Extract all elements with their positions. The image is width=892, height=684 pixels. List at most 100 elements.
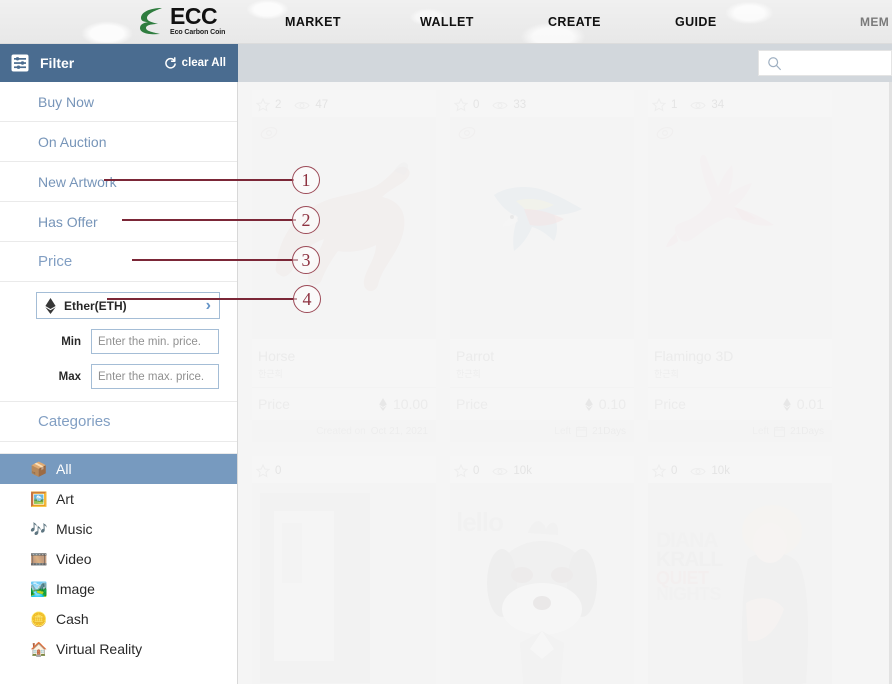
like-count: 0 (473, 465, 480, 477)
refresh-icon (164, 56, 176, 69)
card-media[interactable] (648, 117, 832, 339)
search-icon (768, 56, 781, 70)
card-footer-value: 21Days (790, 425, 824, 437)
view-count: 47 (315, 99, 329, 111)
card-media[interactable] (450, 117, 634, 339)
landscape-icon: 🏞️ (30, 580, 48, 597)
card-footer-prefix: Created on (316, 425, 366, 437)
min-price-input[interactable] (91, 329, 219, 354)
nft-card[interactable]: 0 cat jumping 한근희 Price (252, 456, 436, 684)
star-icon[interactable] (652, 464, 666, 478)
nft-card[interactable]: 1 34 Flamingo 3D 한근희 Price 0.01 Left 21D… (648, 90, 832, 442)
nav-item-market[interactable]: MARKET (285, 15, 341, 29)
nav-item-member[interactable]: MEM (860, 15, 889, 29)
card-title: Parrot (456, 348, 495, 364)
card-price-amount: 0.10 (598, 396, 626, 412)
card-price-value-wrap: 10.00 (379, 396, 428, 412)
card-footer-value: 21Days (592, 425, 626, 437)
card-footer: Left 21Days (648, 420, 832, 442)
category-item-image[interactable]: 🏞️ Image (0, 574, 237, 604)
logo-subtitle: Eco Carbon Coin (170, 29, 226, 36)
category-label: Virtual Reality (56, 641, 143, 657)
card-price-label: Price (258, 396, 290, 412)
nav-item-wallet[interactable]: WALLET (420, 15, 474, 29)
category-label: Music (56, 521, 93, 537)
artwork-flamingo (666, 154, 774, 247)
musical-notes-icon: 🎶 (30, 520, 48, 537)
min-price-label: Min (61, 335, 81, 348)
clear-all-button[interactable]: clear All (164, 56, 226, 70)
card-footer: Left 21Days (450, 420, 634, 442)
nav-item-create[interactable]: CREATE (548, 15, 601, 29)
card-stats: 2 47 (252, 94, 436, 117)
nav-item-guide[interactable]: GUIDE (675, 15, 717, 29)
category-item-cash[interactable]: 🪙 Cash (0, 604, 237, 634)
nft-card[interactable]: 0 33 Parrot 한근희 Price 0.10 Left 21Days (450, 90, 634, 442)
card-media[interactable] (252, 483, 436, 684)
site-header: ECC Eco Carbon Coin MARKET WALLET CREATE… (0, 0, 892, 44)
filter-option-new-artwork[interactable]: New Artwork (0, 162, 237, 202)
filter-sliders-icon (11, 54, 29, 72)
max-price-input[interactable] (91, 364, 219, 389)
min-price-field: Min (36, 329, 219, 354)
star-icon[interactable] (454, 98, 468, 112)
star-icon[interactable] (256, 98, 270, 112)
card-media[interactable] (252, 117, 436, 339)
category-item-art[interactable]: 🖼️ Art (0, 484, 237, 514)
category-item-all[interactable]: 📦 All (0, 454, 237, 484)
album-line-4: NIGHTS (656, 584, 722, 605)
category-label: All (56, 461, 72, 477)
card-footer-prefix: Left (554, 425, 572, 437)
artwork-lello-dog (487, 521, 597, 684)
artwork-cat (260, 493, 370, 683)
filter-option-label: On Auction (38, 133, 107, 150)
categories-section-title: Categories (38, 413, 111, 430)
filter-panel-header[interactable]: Filter clear All (0, 44, 238, 82)
price-filter-body: Ether(ETH) › Min Max (0, 282, 237, 402)
card-title: Horse (258, 348, 296, 364)
category-label: Cash (56, 611, 89, 627)
ethereum-icon (45, 297, 56, 314)
logo-name: ECC (170, 3, 218, 29)
card-stats: 0 10k (648, 460, 832, 483)
card-author: 한근희 (450, 364, 634, 388)
category-item-video[interactable]: 🎞️ Video (0, 544, 237, 574)
category-item-virtual-reality[interactable]: 🏠 Virtual Reality (0, 634, 237, 664)
search-input[interactable] (788, 55, 883, 71)
view-count: 10k (513, 465, 532, 477)
nft-card[interactable]: 2 47 Horse 한근희 Price 10.00 Created on Oc… (252, 90, 436, 442)
chevron-right-icon: › (205, 296, 211, 314)
ethereum-icon (584, 397, 593, 411)
card-author: 한근희 (648, 364, 832, 388)
filter-panel-title: Filter (40, 55, 75, 71)
star-icon[interactable] (652, 98, 666, 112)
price-section-header[interactable]: Price (0, 242, 237, 282)
card-price-label: Price (654, 396, 686, 412)
star-icon[interactable] (454, 464, 468, 478)
rotate-3d-icon (458, 126, 476, 140)
filter-option-label: New Artwork (38, 173, 117, 190)
framed-picture-icon: 🖼️ (30, 490, 48, 507)
category-item-music[interactable]: 🎶 Music (0, 514, 237, 544)
star-icon[interactable] (256, 464, 270, 478)
view-count: 34 (711, 99, 725, 111)
card-media[interactable]: DIANA KRALL QUIET NIGHTS (648, 483, 832, 684)
currency-select[interactable]: Ether(ETH) › (36, 292, 220, 319)
nft-card[interactable]: 0 10k lello (450, 456, 634, 684)
card-stats: 0 (252, 460, 436, 483)
filter-option-has-offer[interactable]: Has Offer (0, 202, 237, 242)
filter-option-on-auction[interactable]: On Auction (0, 122, 237, 162)
search-box[interactable] (758, 50, 892, 76)
category-label: Art (56, 491, 74, 507)
filter-sidebar: Buy Now On Auction New Artwork Has Offer… (0, 82, 238, 684)
nft-card[interactable]: 0 10k DIANA KRALL QUIET NIGHTS (648, 456, 832, 684)
filter-option-buy-now[interactable]: Buy Now (0, 82, 237, 122)
app-screen: ECC Eco Carbon Coin MARKET WALLET CREATE… (0, 0, 892, 684)
card-media[interactable]: lello (450, 483, 634, 684)
clear-all-label: clear All (181, 57, 226, 69)
card-footer-value: Oct 21, 2021 (370, 425, 428, 437)
card-price-row: Price 10.00 (252, 388, 436, 420)
categories-section-header[interactable]: Categories (0, 402, 237, 442)
rotate-3d-icon (656, 126, 674, 140)
site-logo[interactable]: ECC Eco Carbon Coin (138, 5, 225, 36)
